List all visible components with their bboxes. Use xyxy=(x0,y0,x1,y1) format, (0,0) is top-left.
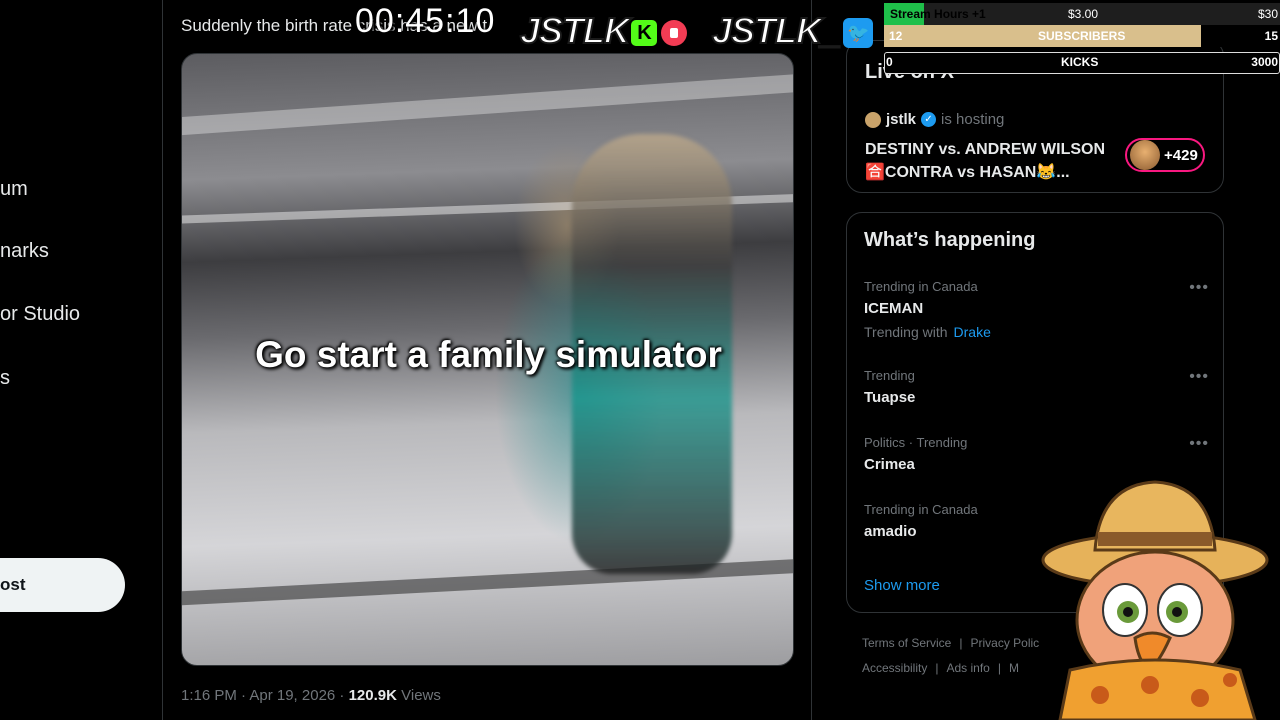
footer-link-ads-info[interactable]: Ads info xyxy=(946,661,989,675)
video-frame-detail xyxy=(182,69,793,137)
goal-label: Stream Hours +1 xyxy=(890,7,986,21)
footer-link-terms[interactable]: Terms of Service xyxy=(862,636,951,650)
kick-icon: K xyxy=(631,20,658,47)
mascot-penguin-illustration xyxy=(1041,480,1269,720)
goal-bar-subscribers: 12 SUBSCRIBERS 15 xyxy=(884,25,1280,47)
listeners-badge[interactable]: +429 xyxy=(1125,138,1205,172)
live-space-title-line1: DESTINY vs. ANDREW WILSON xyxy=(865,141,1106,158)
goal-target: $30 xyxy=(1257,7,1278,21)
goal-bar-kicks: 0 KICKS 3000 xyxy=(884,52,1280,74)
record-icon xyxy=(661,20,688,47)
nav-item-premium[interactable]: um xyxy=(0,178,28,201)
twitter-logo: JSTLK_ 🐦 xyxy=(711,9,874,52)
trend-name: ICEMAN xyxy=(864,300,924,317)
post-button-label: ost xyxy=(0,575,26,594)
goal-bar-stream-hours: Stream Hours +1 $3.00 $30 xyxy=(884,3,1280,25)
goal-current: 12 xyxy=(889,29,903,43)
goal-current: $3.00 xyxy=(1068,7,1099,21)
host-avatar xyxy=(865,111,881,128)
tweet-video[interactable]: Go start a family simulator xyxy=(181,53,794,666)
nav-divider xyxy=(162,0,163,720)
trend-with-link[interactable]: Drake xyxy=(954,324,991,340)
trend-context: Trending xyxy=(864,368,915,383)
host-suffix: is hosting xyxy=(941,111,1005,128)
live-space-title-line2: 🈴CONTRA vs HASAN😹... xyxy=(865,164,1070,181)
footer-link-privacy[interactable]: Privacy Polic xyxy=(970,636,1039,650)
show-more-link[interactable]: Show more xyxy=(864,577,940,594)
footer-row-1: Terms of Service | Privacy Polic xyxy=(862,636,1040,650)
nav-item-more[interactable]: s xyxy=(0,367,10,390)
trend-item[interactable]: Politics · Trending Crimea ••• xyxy=(864,435,1209,473)
footer-link-accessibility[interactable]: Accessibility xyxy=(862,661,927,675)
verified-icon: ✓ xyxy=(921,112,937,127)
kick-logo: JSTLK K xyxy=(519,9,688,52)
trend-name: Tuapse xyxy=(864,389,916,406)
trend-item[interactable]: Trending Tuapse ••• xyxy=(864,368,1209,406)
more-options-icon[interactable]: ••• xyxy=(1189,435,1209,453)
post-button[interactable]: ost xyxy=(0,558,125,612)
host-name: jstlk xyxy=(886,111,917,128)
trend-item[interactable]: Trending in Canada ICEMAN Trending with D… xyxy=(864,279,1209,340)
tweet-views-label: Views xyxy=(396,687,441,704)
nav-item-creator-studio[interactable]: or Studio xyxy=(0,303,80,326)
tweet-views-count: 120.9K xyxy=(348,687,397,704)
trend-context: Trending in Canada xyxy=(864,279,978,294)
goal-target: 3000 xyxy=(1251,55,1278,69)
trend-with: Trending with Drake xyxy=(864,324,1209,340)
tweet-meta: 1:16 PM · Apr 19, 2026 · 120.9K Views xyxy=(181,687,441,704)
twitter-logo-text: JSTLK_ xyxy=(711,9,842,52)
stream-timer: 00:45:10 xyxy=(355,2,496,40)
kick-logo-text: JSTLK xyxy=(519,9,631,52)
host-row: jstlk ✓ is hosting xyxy=(865,111,1004,128)
whats-happening-title: What’s happening xyxy=(864,229,1036,251)
column-divider xyxy=(811,0,812,720)
twitter-bird-icon: 🐦 xyxy=(843,18,874,49)
goal-label: KICKS xyxy=(1061,55,1099,69)
more-options-icon[interactable]: ••• xyxy=(1189,279,1209,297)
trend-context: Politics · Trending xyxy=(864,435,968,450)
video-caption: Go start a family simulator xyxy=(255,334,722,375)
goal-current: 0 xyxy=(886,55,893,69)
listener-avatar xyxy=(1130,140,1160,170)
goal-target: 15 xyxy=(1264,29,1278,43)
listener-count: +429 xyxy=(1164,146,1198,164)
trend-with-label: Trending with xyxy=(864,324,948,340)
goal-label: SUBSCRIBERS xyxy=(1038,29,1126,43)
more-options-icon[interactable]: ••• xyxy=(1189,368,1209,386)
nav-item-bookmarks[interactable]: narks xyxy=(0,240,49,263)
tweet-timestamp[interactable]: 1:16 PM · Apr 19, 2026 · xyxy=(181,687,349,704)
footer-row-2: Accessibility | Ads info | M xyxy=(862,661,1019,675)
footer-link-more[interactable]: M xyxy=(1009,661,1019,675)
